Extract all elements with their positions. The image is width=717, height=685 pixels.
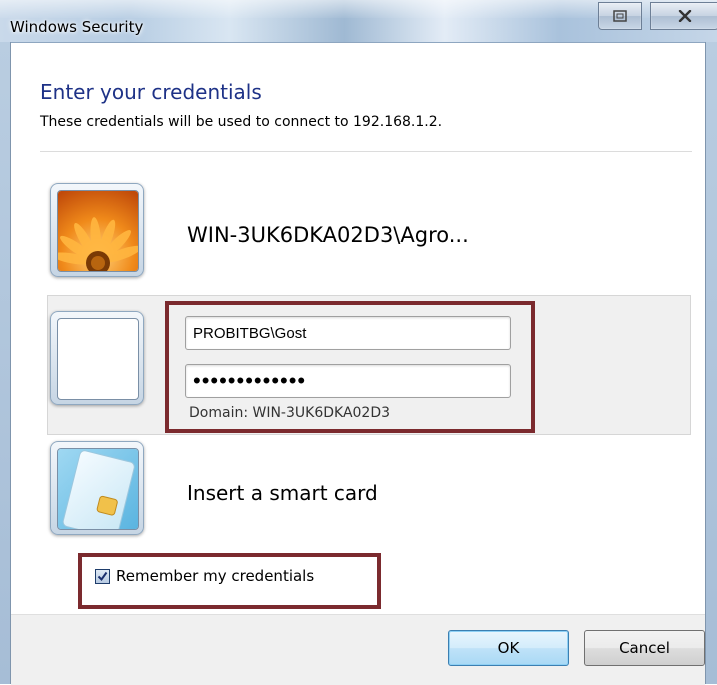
restore-button[interactable]	[598, 2, 642, 30]
dialog-content: Enter your credentials These credentials…	[11, 43, 705, 685]
dialog-heading: Enter your credentials	[40, 80, 262, 104]
saved-account-tile[interactable]	[50, 183, 144, 277]
smart-card-tile[interactable]	[50, 441, 144, 535]
credentials-highlight-box	[165, 301, 535, 433]
window-title: Windows Security	[10, 18, 144, 36]
window-frame-right	[706, 42, 717, 684]
smart-card-icon	[57, 448, 139, 530]
dialog-subtext: These credentials will be used to connec…	[40, 114, 443, 130]
title-bar[interactable]: Windows Security	[0, 0, 717, 43]
close-button[interactable]	[650, 2, 717, 30]
saved-account-name[interactable]: WIN-3UK6DKA02D3\Agro...	[187, 223, 469, 247]
smart-card-label[interactable]: Insert a smart card	[187, 481, 378, 505]
ok-button[interactable]: OK	[448, 630, 569, 666]
window-frame-left	[0, 42, 10, 684]
blank-user-picture	[57, 318, 139, 400]
remember-highlight-box	[78, 553, 381, 609]
header-divider	[40, 151, 692, 152]
restore-icon	[613, 10, 627, 22]
flower-user-picture-icon	[57, 190, 139, 272]
blank-user-tile-icon	[50, 311, 144, 405]
close-icon	[678, 10, 691, 22]
cancel-button[interactable]: Cancel	[584, 630, 705, 666]
window-frame-right-edge	[705, 42, 706, 684]
